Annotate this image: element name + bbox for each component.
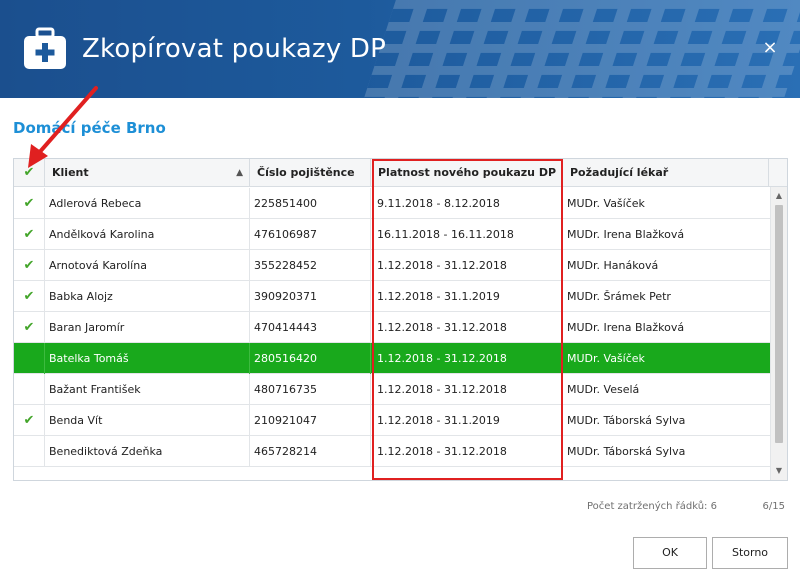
close-button[interactable]: ×: [762, 38, 778, 58]
insurance-cell: 390920371: [250, 281, 371, 312]
client-cell: Andělková Karolina: [45, 219, 250, 250]
check-icon: ✔: [23, 320, 35, 335]
scrollbar-thumb[interactable]: [775, 205, 783, 443]
insurance-cell: 355228452: [250, 250, 371, 281]
checked-rows-count: Počet zatržených řádků: 6: [587, 501, 717, 512]
insurance-cell: 225851400: [250, 188, 371, 219]
client-cell: Baran Jaromír: [45, 312, 250, 343]
column-header-label: Číslo pojištěnce: [257, 166, 355, 179]
client-cell: Bažant František: [45, 374, 250, 405]
insurance-cell: 470414443: [250, 312, 371, 343]
doctor-cell: MUDr. Irena Blažková: [563, 219, 771, 250]
page-indicator: 6/15: [762, 501, 785, 512]
scroll-down-arrow-icon[interactable]: ▼: [771, 464, 787, 478]
client-cell: Adlerová Rebeca: [45, 188, 250, 219]
insurance-cell: 280516420: [250, 343, 371, 374]
ok-button[interactable]: OK: [633, 537, 707, 569]
row-checkbox[interactable]: [14, 374, 45, 405]
row-checkbox[interactable]: ✔: [14, 219, 45, 250]
doctor-cell: MUDr. Irena Blažková: [563, 312, 771, 343]
doctor-cell: MUDr. Veselá: [563, 374, 771, 405]
vertical-scrollbar[interactable]: ▲ ▼: [770, 187, 787, 480]
insurance-cell: 476106987: [250, 219, 371, 250]
check-icon: ✔: [23, 196, 35, 211]
doctor-cell: MUDr. Vašíček: [563, 343, 771, 374]
check-icon: ✔: [23, 413, 35, 428]
validity-column-highlight: [372, 159, 563, 480]
doctor-cell: MUDr. Vašíček: [563, 188, 771, 219]
client-cell: Babka Alojz: [45, 281, 250, 312]
client-cell: Benediktová Zdeňka: [45, 436, 250, 467]
doctor-cell: MUDr. Šrámek Petr: [563, 281, 771, 312]
row-checkbox[interactable]: [14, 436, 45, 467]
medical-kit-icon: [24, 27, 66, 69]
doctor-cell: MUDr. Táborská Sylva: [563, 405, 771, 436]
row-checkbox[interactable]: ✔: [14, 312, 45, 343]
dialog-title: Zkopírovat poukazy DP: [82, 34, 386, 64]
row-checkbox[interactable]: ✔: [14, 405, 45, 436]
check-icon: ✔: [23, 258, 35, 273]
annotation-arrow-icon: [28, 86, 98, 168]
scroll-up-arrow-icon[interactable]: ▲: [771, 189, 787, 203]
sort-ascending-icon: ▲: [236, 168, 243, 178]
row-checkbox[interactable]: [14, 343, 45, 374]
insurance-cell: 210921047: [250, 405, 371, 436]
column-header-insurance[interactable]: Číslo pojištěnce: [250, 159, 371, 187]
insurance-cell: 465728214: [250, 436, 371, 467]
client-cell: Batelka Tomáš: [45, 343, 250, 374]
check-icon: ✔: [23, 289, 35, 304]
client-cell: Benda Vít: [45, 405, 250, 436]
doctor-cell: MUDr. Hanáková: [563, 250, 771, 281]
header-pattern: [364, 0, 800, 98]
row-checkbox[interactable]: ✔: [14, 281, 45, 312]
dialog-header: Zkopírovat poukazy DP ×: [0, 0, 800, 98]
column-header-doctor[interactable]: Požadující lékař: [563, 159, 769, 187]
insurance-cell: 480716735: [250, 374, 371, 405]
cancel-button[interactable]: Storno: [712, 537, 788, 569]
row-checkbox[interactable]: ✔: [14, 250, 45, 281]
column-header-label: Požadující lékař: [570, 166, 669, 179]
doctor-cell: MUDr. Táborská Sylva: [563, 436, 771, 467]
check-icon: ✔: [23, 227, 35, 242]
client-cell: Arnotová Karolína: [45, 250, 250, 281]
row-checkbox[interactable]: ✔: [14, 188, 45, 219]
